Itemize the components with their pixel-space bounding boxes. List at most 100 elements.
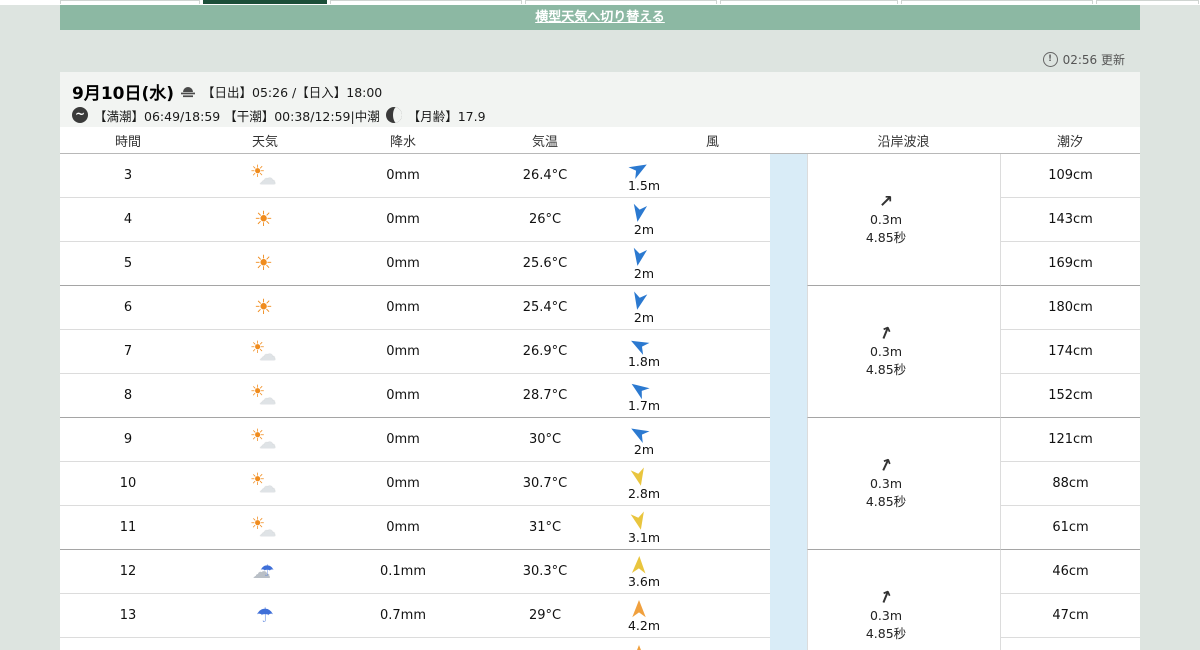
weather-icon-sun-cloud: ☀ ☁ [250, 513, 276, 541]
precip-cell: 0mm [334, 506, 472, 550]
time-cell: 13 [60, 594, 196, 638]
weather-icon-sun-cloud: ☀ ☁ [250, 469, 276, 497]
weather-cell: ☀ ☁ [196, 374, 334, 418]
wave-height: 0.3m [869, 475, 903, 491]
weather-icon-sun-cloud: ☀ ☁ [250, 337, 276, 365]
weather-icon-sun-cloud: ☀ ☁ [250, 425, 276, 453]
wave-period: 4.85秒 [865, 493, 907, 509]
wind-cell: 1.5m [618, 154, 770, 198]
temp-cell: 30°C [472, 418, 618, 462]
temp-cell: 30.3°C [472, 550, 618, 594]
wind-direction-arrow [631, 555, 646, 573]
tab-stub[interactable] [525, 0, 717, 4]
tide-cell: 180cm [1000, 286, 1140, 330]
weather-cell: ☀ [196, 242, 334, 286]
wave-icon: ~ [72, 107, 88, 123]
sunrise-icon [180, 85, 196, 98]
temp-cell: 25.6°C [472, 242, 618, 286]
time-cell: 7 [60, 330, 196, 374]
precip-cell: 0mm [334, 462, 472, 506]
weather-icon-cloud-rain: ☁ ☂ [252, 560, 275, 583]
temp-cell: 26.4°C [472, 154, 618, 198]
wind-cell: 4.2m [618, 594, 770, 638]
wind-cell: 2m [618, 242, 770, 286]
weather-icon-sun: ☀ [254, 294, 273, 319]
weather-cell: ☀ [196, 286, 334, 330]
tab-stub[interactable] [330, 0, 522, 4]
weather-icon-rain: ☂ [256, 602, 274, 627]
temp-cell: 26°C [472, 198, 618, 242]
weather-icon-none [250, 647, 280, 650]
tab-stub[interactable] [1096, 0, 1199, 4]
col-header-tide: 潮汐 [1000, 127, 1140, 154]
weather-table: 時間 天気 降水 気温 風 沿岸波浪 潮汐 3 ☀ ☁ 0mm 26.4°C 1.5m 10… [60, 127, 1140, 650]
weather-icon-sun: ☀ [254, 206, 273, 231]
precip-cell: 0mm [334, 198, 472, 242]
weather-cell: ☀ ☁ [196, 418, 334, 462]
weather-icon-sun: ☀ [254, 250, 273, 275]
tab-stub[interactable] [720, 0, 898, 4]
moon-age: 【月齢】17.9 [407, 108, 486, 124]
wave-height: 0.3m [869, 607, 903, 623]
time-cell: 6 [60, 286, 196, 330]
time-cell: 9 [60, 418, 196, 462]
time-cell: 8 [60, 374, 196, 418]
forecast-panel: 9月10日(水) 【日出】05:26 /【日入】18:00 ~ 【満潮】06:4… [60, 72, 1140, 650]
wind-cell: 1.8m [618, 330, 770, 374]
wind-direction-arrow [630, 511, 644, 530]
wave-cell: ↗ 0.3m 4.85秒 [807, 286, 1000, 418]
wind-direction-arrow [632, 599, 646, 617]
temp-cell: 25.4°C [472, 286, 618, 330]
time-cell: 10 [60, 462, 196, 506]
wave-direction-arrow: ↗ [875, 585, 897, 610]
wave-height: 0.3m [869, 343, 903, 359]
tide-cell: 121cm [1000, 418, 1140, 462]
weather-icon-sun-cloud: ☀ ☁ [250, 161, 276, 189]
sun-times: 【日出】05:26 /【日入】18:00 [202, 84, 383, 100]
precip-cell: 0mm [334, 374, 472, 418]
precip-cell [334, 638, 472, 650]
precip-cell: 0.7mm [334, 594, 472, 638]
weather-cell: ☀ ☁ [196, 330, 334, 374]
col-header-precip: 降水 [334, 127, 472, 154]
time-cell: 4 [60, 198, 196, 242]
temp-cell: 26.9°C [472, 330, 618, 374]
tide-cell: 169cm [1000, 242, 1140, 286]
precip-cell: 0mm [334, 154, 472, 198]
wind-cell: 1.7m [618, 374, 770, 418]
wind-direction-arrow [633, 247, 648, 266]
date-header: 9月10日(水) 【日出】05:26 /【日入】18:00 ~ 【満潮】06:4… [60, 72, 1140, 127]
precip-cell: 0.1mm [334, 550, 472, 594]
weather-icon-sun-cloud: ☀ ☁ [250, 381, 276, 409]
wind-speed: 1.7m [627, 397, 661, 413]
weather-cell: ☀ ☁ [196, 154, 334, 198]
active-tab-stub[interactable] [203, 0, 327, 4]
col-header-weather: 天気 [196, 127, 334, 154]
tab-stub[interactable] [901, 0, 1093, 4]
tab-stub[interactable] [60, 0, 200, 4]
wind-cell: 2.8m [618, 462, 770, 506]
temp-cell: 28.7°C [472, 374, 618, 418]
time-cell: 11 [60, 506, 196, 550]
layout-switch-link[interactable]: 横型天気へ切り替える [535, 10, 665, 25]
weather-cell: ☁ ☂ [196, 550, 334, 594]
wind-direction-arrow [630, 467, 644, 486]
temp-cell: 30.7°C [472, 462, 618, 506]
temp-cell: 31°C [472, 506, 618, 550]
time-cell: 5 [60, 242, 196, 286]
weather-cell: ☂ [196, 594, 334, 638]
tide-cell: 174cm [1000, 330, 1140, 374]
wind-cell: 2m [618, 198, 770, 242]
layout-switch-banner: 横型天気へ切り替える [60, 5, 1140, 30]
date-title: 9月10日(水) [72, 83, 175, 104]
moon-icon [385, 107, 402, 123]
wave-cell: ↗ 0.3m 4.85秒 [807, 154, 1000, 286]
update-info: ! 02:56 更新 [1042, 51, 1125, 68]
precip-cell: 0mm [334, 286, 472, 330]
wind-speed: 4.2m [627, 617, 661, 633]
time-cell [60, 638, 196, 650]
temp-cell: 29°C [472, 594, 618, 638]
time-cell: 12 [60, 550, 196, 594]
wind-cell: 2m [618, 286, 770, 330]
col-header-wind: 風 [618, 127, 807, 154]
